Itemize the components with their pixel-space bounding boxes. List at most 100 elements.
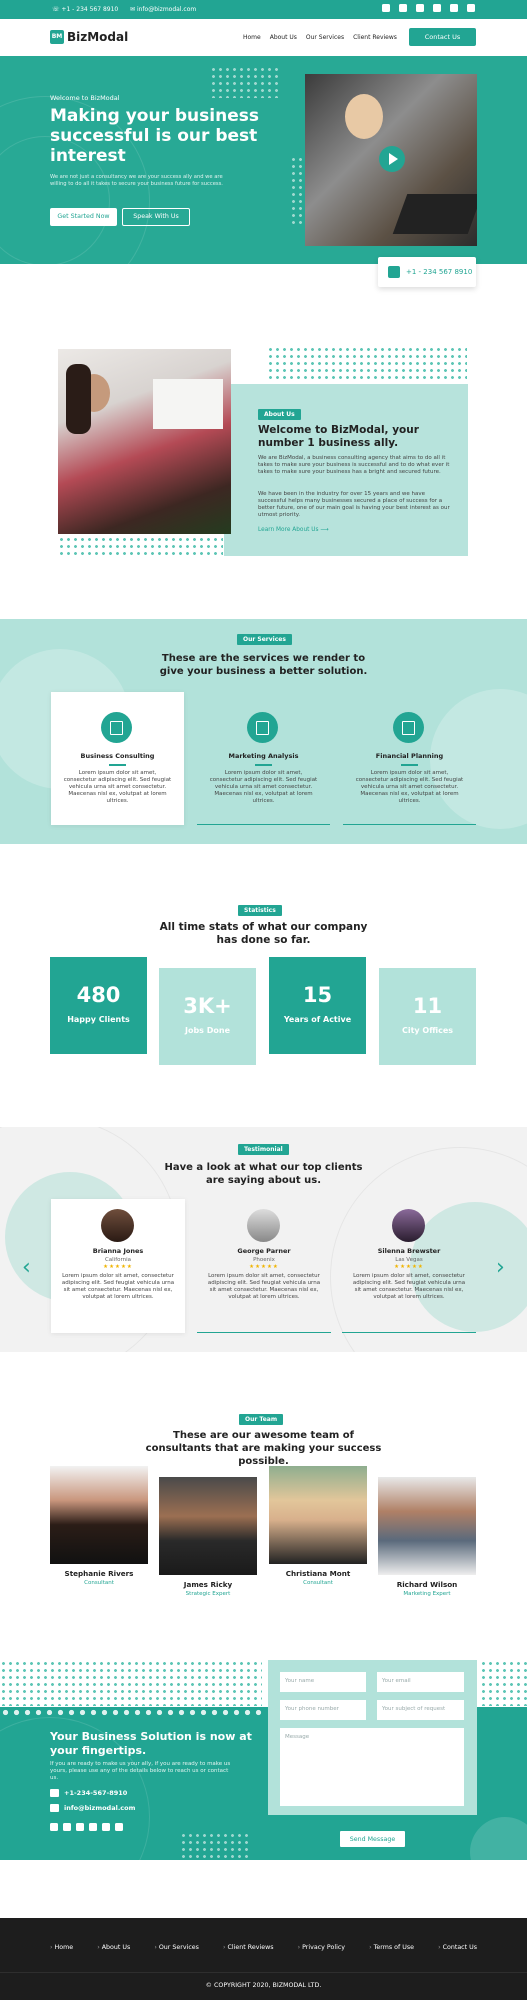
nav-services[interactable]: Our Services bbox=[306, 34, 344, 41]
linkedin-icon[interactable] bbox=[76, 1823, 84, 1831]
topbar-email[interactable]: ✉ info@bizmodal.com bbox=[130, 6, 196, 13]
footer-link-privacy[interactable]: Privacy Policy bbox=[298, 1944, 345, 1951]
footer-link-terms[interactable]: Terms of Use bbox=[369, 1944, 414, 1951]
hero-welcome: Welcome to BizModal bbox=[50, 94, 120, 102]
instagram-icon[interactable] bbox=[89, 1823, 97, 1831]
logo[interactable]: BM BizModal bbox=[50, 30, 128, 44]
hero-video-thumbnail[interactable] bbox=[305, 74, 477, 246]
hero-subtitle: We are not just a consultancy we are you… bbox=[50, 174, 223, 187]
hero-photo-laptop bbox=[392, 194, 477, 234]
send-message-button[interactable]: Send Message bbox=[339, 1830, 406, 1848]
service-desc: Lorem ipsum dolor sit amet, consectetur … bbox=[209, 770, 318, 804]
team-badge: Our Team bbox=[239, 1414, 284, 1425]
stats-title: All time stats of what our company has d… bbox=[159, 921, 368, 946]
phone-field[interactable]: Your phone number bbox=[280, 1700, 366, 1720]
team-member-role: Consultant bbox=[303, 1580, 333, 1586]
linkedin-icon[interactable] bbox=[416, 4, 424, 12]
main-nav: Home About Us Our Services Client Review… bbox=[243, 34, 397, 41]
service-title: Financial Planning bbox=[375, 752, 444, 760]
team-member-name: Christiana Mont bbox=[285, 1569, 351, 1578]
team-member-photo bbox=[269, 1466, 367, 1564]
testimonial-text: Lorem ipsum dolor sit amet, consectetur … bbox=[61, 1273, 175, 1300]
testimonial-title: Have a look at what our top clients are … bbox=[164, 1162, 363, 1186]
testimonial-card: Silenna Brewster Las Vegas ★★★★★ Lorem i… bbox=[342, 1199, 476, 1333]
site-footer: Home About Us Our Services Client Review… bbox=[0, 1918, 527, 2000]
hero-phone-card[interactable]: +1 - 234 567 8910 bbox=[378, 257, 476, 287]
stat-label: Happy Clients bbox=[67, 1015, 130, 1024]
hero-dot-grid bbox=[210, 66, 280, 98]
service-desc: Lorem ipsum dolor sit amet, consectetur … bbox=[355, 770, 464, 804]
youtube-icon[interactable] bbox=[450, 4, 458, 12]
hero-phone-text: +1 - 234 567 8910 bbox=[406, 268, 473, 276]
twitter-icon[interactable] bbox=[63, 1823, 71, 1831]
footer-link-contact[interactable]: Contact Us bbox=[438, 1944, 477, 1951]
contact-title: Your Business Solution is now at your fi… bbox=[50, 1730, 252, 1757]
avatar bbox=[392, 1209, 425, 1242]
get-started-button[interactable]: Get Started Now bbox=[50, 208, 117, 226]
testimonial-card: Brianna Jones California ★★★★★ Lorem ips… bbox=[51, 1199, 185, 1333]
service-underline bbox=[255, 764, 272, 766]
carousel-prev-icon[interactable]: ‹ bbox=[22, 1257, 31, 1279]
site-header: BM BizModal Home About Us Our Services C… bbox=[0, 19, 527, 56]
contact-us-button[interactable]: Contact Us bbox=[409, 28, 476, 46]
star-rating: ★★★★★ bbox=[103, 1264, 133, 1270]
footer-link-reviews[interactable]: Client Reviews bbox=[223, 1944, 274, 1951]
stat-label: Years of Active bbox=[283, 1015, 352, 1024]
nav-reviews[interactable]: Client Reviews bbox=[353, 34, 397, 41]
star-rating: ★★★★★ bbox=[249, 1264, 279, 1270]
about-image bbox=[58, 349, 231, 534]
instagram-icon[interactable] bbox=[433, 4, 441, 12]
contact-dot-grid bbox=[480, 1660, 527, 1706]
carousel-next-icon[interactable]: › bbox=[496, 1257, 505, 1279]
email-field[interactable]: Your email bbox=[377, 1672, 464, 1692]
about-title: Welcome to BizModal, your number 1 busin… bbox=[258, 424, 419, 449]
phone-icon bbox=[388, 266, 400, 278]
name-field[interactable]: Your name bbox=[280, 1672, 366, 1692]
speak-with-us-button[interactable]: Speak With Us bbox=[122, 208, 190, 226]
services-section: Our Services These are the services we r… bbox=[0, 619, 527, 844]
footer-link-services[interactable]: Our Services bbox=[154, 1944, 199, 1951]
nav-home[interactable]: Home bbox=[243, 34, 261, 41]
play-icon[interactable] bbox=[379, 146, 405, 172]
footer-link-about[interactable]: About Us bbox=[97, 1944, 131, 1951]
service-card[interactable]: Financial Planning Lorem ipsum dolor sit… bbox=[343, 692, 476, 825]
topbar-social bbox=[382, 4, 475, 12]
service-card[interactable]: Marketing Analysis Lorem ipsum dolor sit… bbox=[197, 692, 330, 825]
facebook-icon[interactable] bbox=[50, 1823, 58, 1831]
youtube-icon[interactable] bbox=[102, 1823, 110, 1831]
consulting-icon bbox=[101, 712, 132, 743]
team-member-name: Richard Wilson bbox=[396, 1580, 458, 1589]
twitter-icon[interactable] bbox=[399, 4, 407, 12]
services-badge: Our Services bbox=[237, 634, 292, 645]
about-badge: About Us bbox=[258, 409, 301, 420]
client-location: Las Vegas bbox=[395, 1257, 423, 1263]
service-title: Business Consulting bbox=[80, 752, 155, 760]
footer-divider bbox=[0, 1972, 527, 1973]
footer-link-home[interactable]: Home bbox=[50, 1944, 74, 1951]
facebook-icon[interactable] bbox=[382, 4, 390, 12]
client-name: Silenna Brewster bbox=[377, 1247, 441, 1255]
learn-more-link[interactable]: Learn More About Us ⟶ bbox=[258, 527, 329, 533]
message-field[interactable]: Message bbox=[280, 1728, 464, 1806]
whatsapp-icon[interactable] bbox=[115, 1823, 123, 1831]
topbar-email-text: info@bizmodal.com bbox=[136, 6, 197, 13]
service-card[interactable]: Business Consulting Lorem ipsum dolor si… bbox=[51, 692, 184, 825]
hero-dot-grid bbox=[290, 156, 304, 226]
testimonial-badge: Testimonial bbox=[238, 1144, 289, 1155]
subject-field[interactable]: Your subject of request bbox=[377, 1700, 464, 1720]
mail-icon bbox=[50, 1804, 59, 1812]
nav-about[interactable]: About Us bbox=[270, 34, 297, 41]
client-location: Phoenix bbox=[253, 1257, 275, 1263]
contact-phone[interactable]: +1-234-567-8910 bbox=[50, 1789, 127, 1797]
client-name: George Parner bbox=[237, 1247, 291, 1255]
chart-icon bbox=[247, 712, 278, 743]
about-dot-grid bbox=[58, 536, 223, 558]
topbar-phone[interactable]: ☏ +1 - 234 567 8910 bbox=[52, 6, 118, 13]
whatsapp-icon[interactable] bbox=[467, 4, 475, 12]
contact-email[interactable]: info@bizmodal.com bbox=[50, 1804, 135, 1812]
contact-dot-grid bbox=[0, 1660, 262, 1706]
stat-card: 3K+ Jobs Done bbox=[159, 968, 256, 1065]
team-title: These are our awesome team of consultant… bbox=[145, 1430, 382, 1467]
copyright: © COPYRIGHT 2020, BIZMODAL LTD. bbox=[205, 1982, 322, 1989]
about-photo-shelf bbox=[153, 379, 223, 429]
